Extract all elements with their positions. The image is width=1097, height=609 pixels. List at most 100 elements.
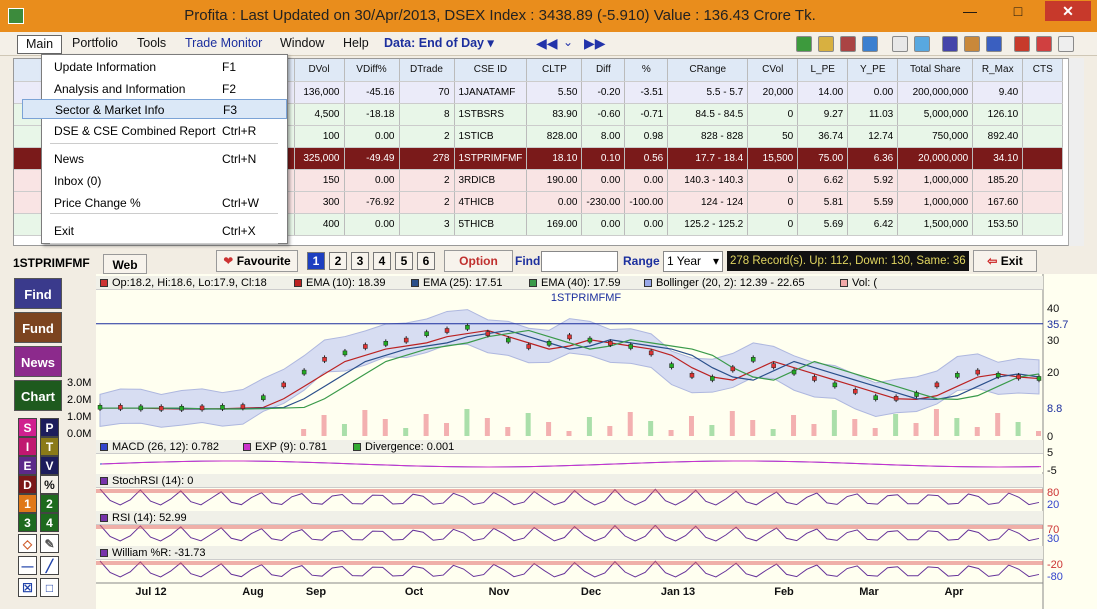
minimize-button[interactable]: — [948,1,992,21]
page-buttons: 123456 [307,252,447,272]
column-header[interactable]: CSE ID [454,59,528,82]
data-selector[interactable]: Data: End of Day ▾ [376,35,502,54]
column-header[interactable]: Y_PE [847,59,899,82]
favourite-button[interactable]: ❤ Favourite [216,250,298,272]
chart-button[interactable]: Chart [14,380,62,411]
page-button-3[interactable]: 3 [351,252,369,270]
menu-item-shortcut: F2 [222,82,237,96]
menu-separator [50,243,278,244]
menu-portfolio[interactable]: Portfolio [64,35,126,54]
range-select[interactable]: 1 Year ▾ [663,251,723,272]
menu-main[interactable]: Main [17,35,63,54]
bar-chart-icon[interactable] [818,36,834,52]
indicator-button-4[interactable]: 4 [40,513,59,532]
column-header[interactable]: CLTP [526,59,583,82]
fund-button[interactable]: Fund [14,312,62,343]
down-icon[interactable]: ⌄ [563,35,573,49]
news-button[interactable]: News [14,346,62,377]
web-tab[interactable]: Web [103,254,147,274]
menu-item-1[interactable]: Analysis and Information F2 [42,79,287,99]
column-header[interactable]: VDiff% [344,59,400,82]
column-header[interactable]: R_Max [972,59,1024,82]
find-side-button[interactable]: Find [14,278,62,309]
menu-item-6[interactable]: Price Change % Ctrl+W [42,193,287,213]
indicator-button-S[interactable]: S [18,418,37,437]
close-button[interactable]: ✕ [1045,1,1091,21]
stack-icon[interactable] [840,36,856,52]
indicator-button-T[interactable]: T [40,437,59,456]
column-header[interactable]: Total Share [897,59,974,82]
m-icon[interactable] [1014,36,1030,52]
column-header[interactable]: DTrade [399,59,455,82]
menu-window[interactable]: Window [272,35,332,54]
exit-button[interactable]: ⇦ Exit [973,250,1037,272]
indicator-button-3[interactable]: 3 [18,513,37,532]
menu-help[interactable]: Help [335,35,377,54]
volume-legend-text: Vol: ( [852,277,878,289]
cross-box-icon[interactable]: ☒ [18,578,37,597]
eraser-icon[interactable]: ✎ [40,534,59,553]
table-cell [1022,213,1064,236]
indicator-button-1[interactable]: 1 [18,494,37,513]
table-cell: -45.16 [344,81,400,104]
menu-item-2[interactable]: Sector & Market Info F3 [22,99,287,119]
indicator-button-%[interactable]: % [40,475,59,494]
column-header[interactable]: CRange [667,59,749,82]
calculator-icon[interactable] [1036,36,1052,52]
next-icon[interactable]: ▶▶ [584,35,606,52]
globe-icon[interactable] [914,36,930,52]
menu-item-shortcut: Ctrl+W [222,196,259,210]
trendline-icon[interactable]: ╱ [40,556,59,575]
menu-item-5[interactable]: Inbox (0) [42,171,287,191]
column-header[interactable]: Diff [581,59,626,82]
edit-icon[interactable] [892,36,908,52]
hline-icon[interactable]: — [18,556,37,575]
williams-legend-text: William %R: -31.73 [112,547,206,559]
prev-icon[interactable]: ◀◀ [536,35,558,52]
page-button-6[interactable]: 6 [417,252,435,270]
menu-item-4[interactable]: News Ctrl+N [42,149,287,169]
rsi-legend-text: RSI (14): 52.99 [112,512,187,524]
menu-item-3[interactable]: DSE & CSE Combined Report Ctrl+R [42,121,287,141]
grid-icon[interactable] [986,36,1002,52]
indicator-button-V[interactable]: V [40,456,59,475]
menu-item-label: Price Change % [54,196,141,210]
table-cell: 153.50 [972,213,1024,236]
indicator-button-P[interactable]: P [40,418,59,437]
column-header[interactable]: DVol [294,59,345,82]
window-title: Profita : Last Updated on 30/Apr/2013, D… [184,7,816,24]
column-header[interactable]: L_PE [797,59,849,82]
williams-legend: William %R: -31.73 [96,546,1043,560]
menu-item-7[interactable]: Exit Ctrl+X [42,221,287,241]
find-label: Find [515,254,541,268]
option-button[interactable]: Option [444,250,513,272]
menu-tools[interactable]: Tools [129,35,174,54]
column-header[interactable]: CVol [747,59,799,82]
indicator-button-D[interactable]: D [18,475,37,494]
indicator-button-E[interactable]: E [18,456,37,475]
indicator-button-I[interactable]: I [18,437,37,456]
price-chart[interactable]: 40 35.7 30 20 8.8 0 5 -5 80 20 70 30 -20 -80 Jul 12 Aug… [96,274,1097,609]
page-button-2[interactable]: 2 [329,252,347,270]
download-icon[interactable] [796,36,812,52]
column-header[interactable]: CTS [1022,59,1064,82]
find-input[interactable] [541,251,618,272]
page-button-4[interactable]: 4 [373,252,391,270]
font-icon[interactable] [942,36,958,52]
flag-icon[interactable] [862,36,878,52]
maximize-button[interactable]: □ [996,1,1040,21]
square-icon[interactable]: □ [40,578,59,597]
page-button-5[interactable]: 5 [395,252,413,270]
table-cell [1022,191,1064,214]
vertical-scrollbar[interactable] [1068,58,1084,246]
page-button-1[interactable]: 1 [307,252,325,270]
menu-item-0[interactable]: Update Information F1 [42,57,287,77]
column-header[interactable]: % [624,59,669,82]
diamond-icon[interactable]: ◇ [18,534,37,553]
table-cell: 167.60 [972,191,1024,214]
notes-icon[interactable] [1058,36,1074,52]
menu-trade-monitor[interactable]: Trade Monitor [177,35,270,54]
price-tick: 20 [1047,367,1059,379]
people-icon[interactable] [964,36,980,52]
indicator-button-2[interactable]: 2 [40,494,59,513]
